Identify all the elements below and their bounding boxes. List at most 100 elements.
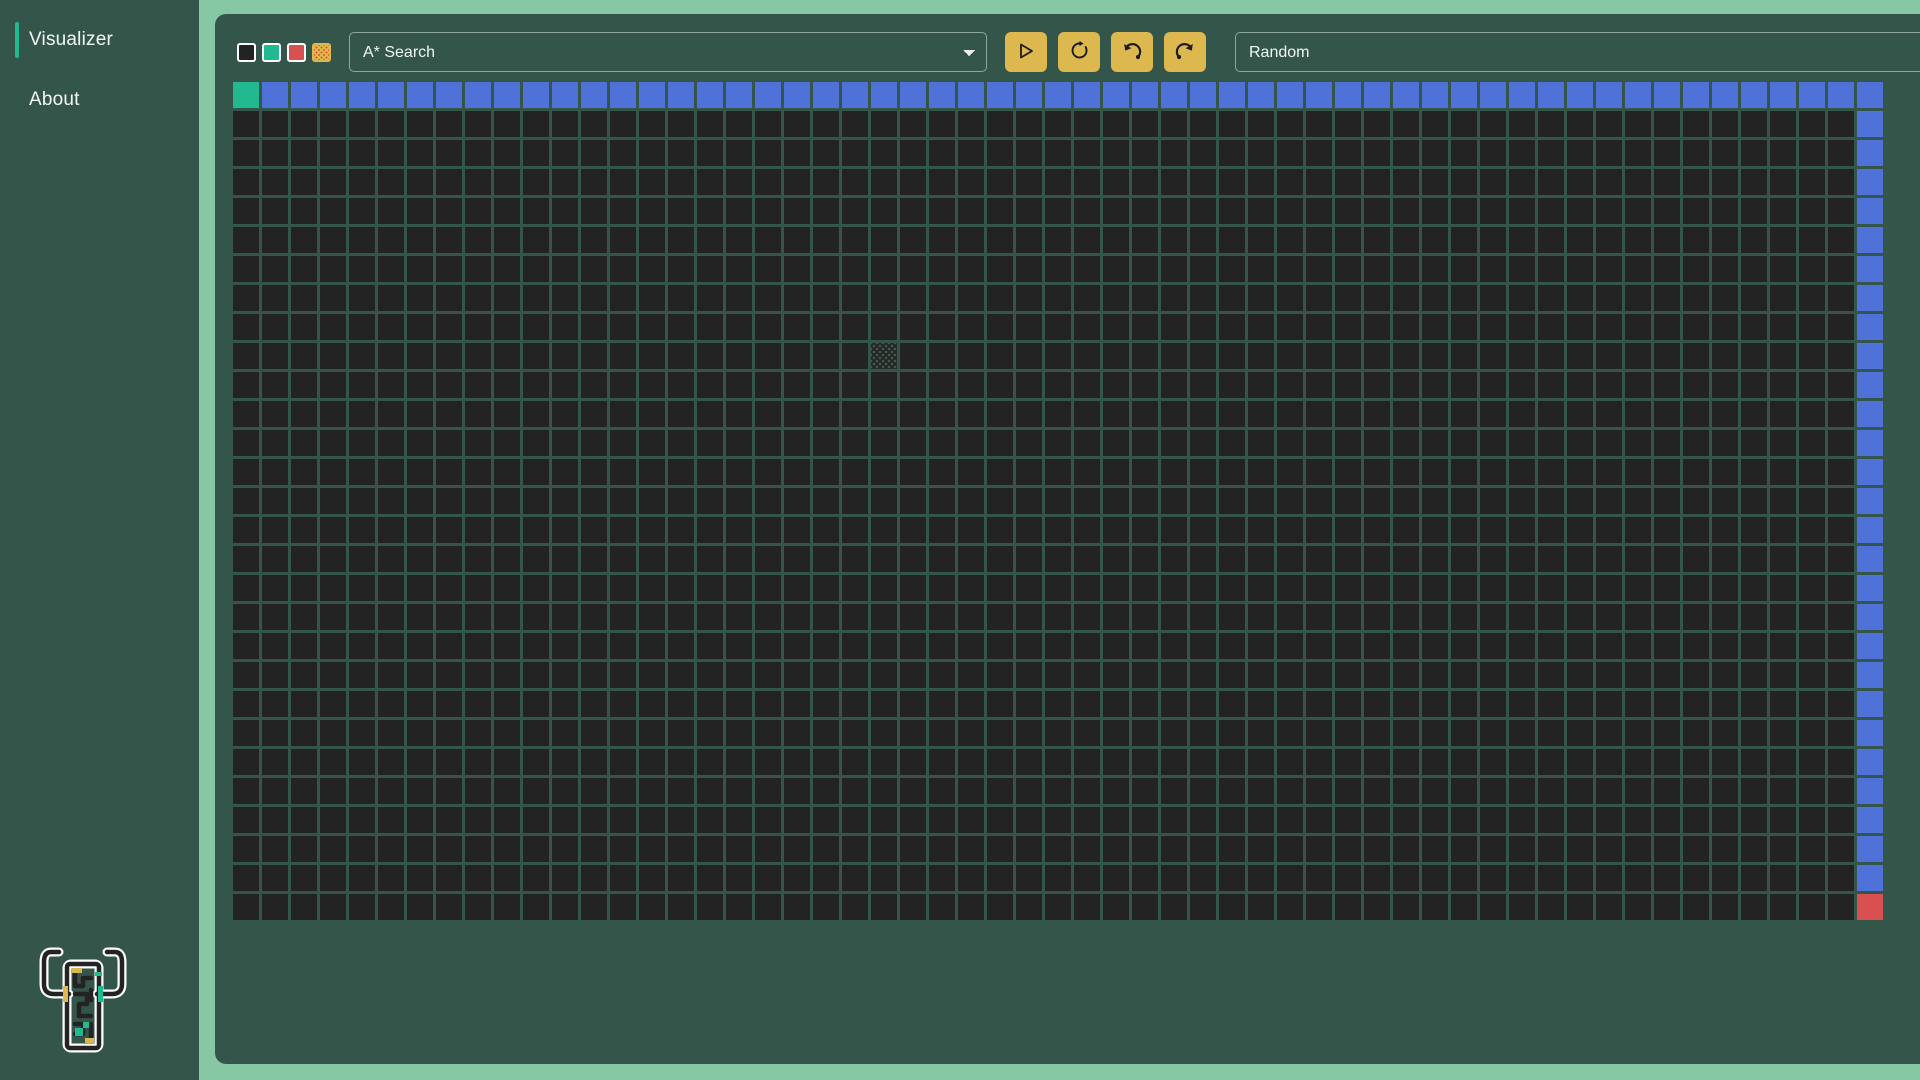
grid-cell[interactable] bbox=[552, 285, 578, 311]
grid-cell[interactable] bbox=[1712, 285, 1738, 311]
grid-cell[interactable] bbox=[1248, 546, 1274, 572]
grid-cell[interactable] bbox=[233, 546, 259, 572]
grid-cell[interactable] bbox=[1277, 198, 1303, 224]
grid-cell[interactable] bbox=[1741, 517, 1767, 543]
grid-cell[interactable] bbox=[610, 198, 636, 224]
grid-cell[interactable] bbox=[1741, 691, 1767, 717]
grid-cell[interactable] bbox=[1799, 778, 1825, 804]
grid-cell[interactable] bbox=[1132, 459, 1158, 485]
grid-cell[interactable] bbox=[378, 169, 404, 195]
grid-cell[interactable] bbox=[1509, 749, 1535, 775]
grid-cell[interactable] bbox=[436, 227, 462, 253]
grid-cell[interactable] bbox=[1828, 575, 1854, 601]
grid-cell[interactable] bbox=[349, 546, 375, 572]
grid-cell[interactable] bbox=[639, 169, 665, 195]
grid-cell[interactable] bbox=[1306, 720, 1332, 746]
grid-cell[interactable] bbox=[1712, 111, 1738, 137]
grid-cell[interactable] bbox=[291, 285, 317, 311]
grid-cell[interactable] bbox=[436, 894, 462, 920]
grid-cell[interactable] bbox=[1103, 285, 1129, 311]
grid-cell-path[interactable] bbox=[1857, 459, 1883, 485]
grid-cell[interactable] bbox=[1190, 662, 1216, 688]
grid-cell[interactable] bbox=[1625, 778, 1651, 804]
play-button[interactable] bbox=[1005, 32, 1047, 72]
grid-cell[interactable] bbox=[320, 807, 346, 833]
grid-cell[interactable] bbox=[1770, 314, 1796, 340]
grid-cell[interactable] bbox=[1828, 198, 1854, 224]
grid-cell[interactable] bbox=[1045, 111, 1071, 137]
grid-cell[interactable] bbox=[1393, 198, 1419, 224]
grid-cell[interactable] bbox=[523, 865, 549, 891]
grid-cell[interactable] bbox=[1248, 633, 1274, 659]
grid-cell[interactable] bbox=[1480, 488, 1506, 514]
grid-cell[interactable] bbox=[378, 314, 404, 340]
grid-cell[interactable] bbox=[1190, 285, 1216, 311]
grid-cell[interactable] bbox=[1132, 604, 1158, 630]
grid-cell[interactable] bbox=[1625, 691, 1651, 717]
grid-cell[interactable] bbox=[1538, 691, 1564, 717]
grid-cell[interactable] bbox=[900, 546, 926, 572]
grid-cell[interactable] bbox=[291, 459, 317, 485]
grid-cell[interactable] bbox=[1277, 836, 1303, 862]
grid-cell[interactable] bbox=[1364, 140, 1390, 166]
grid-cell[interactable] bbox=[1277, 256, 1303, 282]
grid-cell[interactable] bbox=[1161, 227, 1187, 253]
grid-cell[interactable] bbox=[1596, 285, 1622, 311]
grid-cell[interactable] bbox=[1132, 865, 1158, 891]
grid-cell[interactable] bbox=[958, 285, 984, 311]
grid-cell[interactable] bbox=[1654, 285, 1680, 311]
grid-cell[interactable] bbox=[697, 227, 723, 253]
grid-cell[interactable] bbox=[1045, 430, 1071, 456]
grid-cell[interactable] bbox=[1538, 401, 1564, 427]
grid-cell-path[interactable] bbox=[1335, 82, 1361, 108]
grid-cell[interactable] bbox=[1596, 198, 1622, 224]
grid-cell[interactable] bbox=[726, 778, 752, 804]
grid-cell[interactable] bbox=[1045, 314, 1071, 340]
grid-cell-path[interactable] bbox=[320, 82, 346, 108]
grid-cell[interactable] bbox=[726, 198, 752, 224]
grid-cell[interactable] bbox=[233, 198, 259, 224]
grid-cell[interactable] bbox=[1161, 894, 1187, 920]
grid-cell[interactable] bbox=[668, 749, 694, 775]
grid-cell[interactable] bbox=[871, 111, 897, 137]
grid-cell[interactable] bbox=[1480, 662, 1506, 688]
grid-cell[interactable] bbox=[262, 807, 288, 833]
grid-cell[interactable] bbox=[1683, 256, 1709, 282]
grid-cell-path[interactable] bbox=[1857, 430, 1883, 456]
grid-cell[interactable] bbox=[1596, 604, 1622, 630]
grid-cell[interactable] bbox=[552, 314, 578, 340]
grid-cell[interactable] bbox=[668, 198, 694, 224]
grid-cell[interactable] bbox=[1219, 604, 1245, 630]
grid-cell[interactable] bbox=[1596, 430, 1622, 456]
grid-cell[interactable] bbox=[407, 836, 433, 862]
grid-cell[interactable] bbox=[842, 256, 868, 282]
grid-cell[interactable] bbox=[1683, 169, 1709, 195]
grid-cell-path[interactable] bbox=[581, 82, 607, 108]
grid-cell[interactable] bbox=[1828, 343, 1854, 369]
grid-cell[interactable] bbox=[1654, 256, 1680, 282]
grid-cell[interactable] bbox=[378, 662, 404, 688]
grid-cell[interactable] bbox=[842, 140, 868, 166]
grid-cell[interactable] bbox=[1219, 517, 1245, 543]
grid-cell[interactable] bbox=[726, 285, 752, 311]
grid-cell[interactable] bbox=[436, 314, 462, 340]
grid-cell[interactable] bbox=[1480, 604, 1506, 630]
grid-cell[interactable] bbox=[436, 604, 462, 630]
grid-cell[interactable] bbox=[1625, 314, 1651, 340]
grid-cell[interactable] bbox=[320, 604, 346, 630]
grid-cell[interactable] bbox=[1712, 633, 1738, 659]
grid-cell[interactable] bbox=[1741, 546, 1767, 572]
grid-cell[interactable] bbox=[552, 633, 578, 659]
grid-cell[interactable] bbox=[1451, 169, 1477, 195]
grid-cell[interactable] bbox=[1712, 459, 1738, 485]
grid-cell[interactable] bbox=[1770, 720, 1796, 746]
grid-cell[interactable] bbox=[813, 488, 839, 514]
grid-cell[interactable] bbox=[349, 285, 375, 311]
grid-cell[interactable] bbox=[842, 778, 868, 804]
grid-cell[interactable] bbox=[958, 459, 984, 485]
grid-cell[interactable] bbox=[1132, 111, 1158, 137]
grid-cell[interactable] bbox=[1712, 169, 1738, 195]
grid-cell[interactable] bbox=[1016, 662, 1042, 688]
grid-cell[interactable] bbox=[1190, 546, 1216, 572]
grid-cell[interactable] bbox=[1654, 836, 1680, 862]
